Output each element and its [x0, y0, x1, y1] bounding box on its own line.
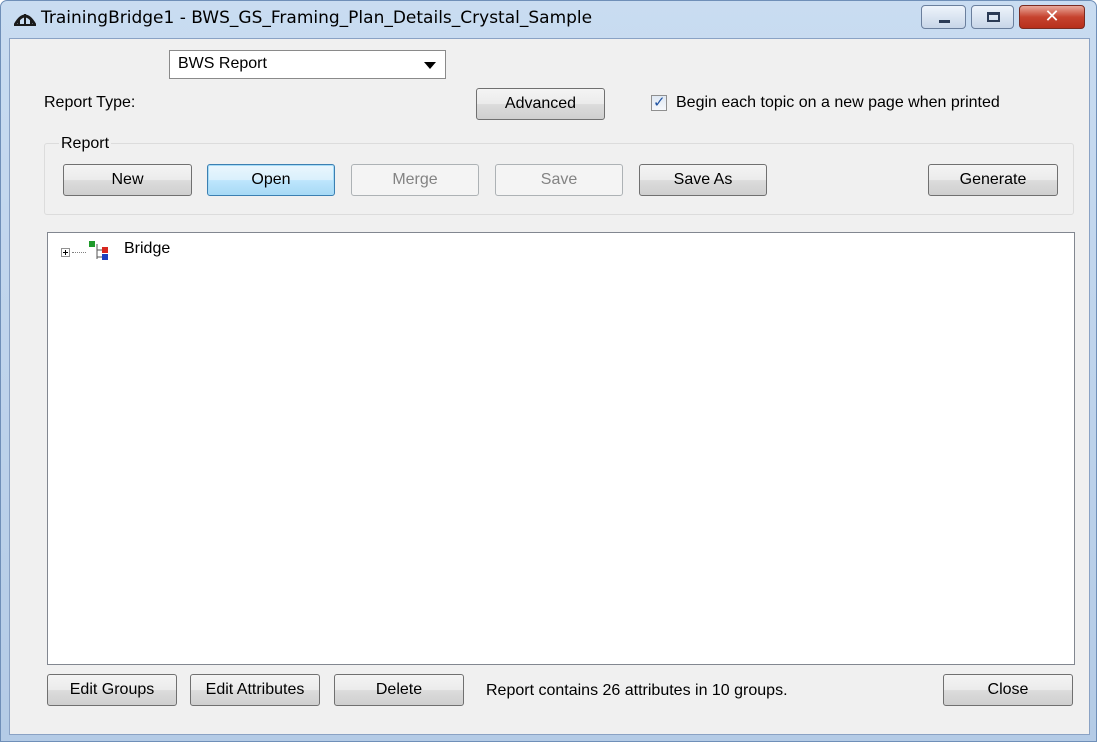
expand-plus-icon[interactable] [61, 248, 70, 257]
advanced-button[interactable]: Advanced [476, 88, 605, 120]
tree-connector [72, 252, 86, 253]
window-title: TrainingBridge1 - BWS_GS_Framing_Plan_De… [41, 8, 593, 28]
title-bar[interactable]: TrainingBridge1 - BWS_GS_Framing_Plan_De… [1, 1, 1096, 37]
minimize-button[interactable] [921, 5, 966, 29]
close-window-button[interactable]: ✕ [1019, 5, 1085, 29]
report-status-text: Report contains 26 attributes in 10 grou… [486, 682, 788, 699]
merge-button[interactable]: Merge [351, 164, 479, 196]
save-button[interactable]: Save [495, 164, 623, 196]
tree-item-label: Bridge [124, 240, 171, 257]
report-type-value: BWS Report [178, 55, 267, 72]
new-button[interactable]: New [63, 164, 192, 196]
edit-groups-button[interactable]: Edit Groups [47, 674, 177, 706]
report-window: TrainingBridge1 - BWS_GS_Framing_Plan_De… [0, 0, 1097, 742]
new-page-checkbox[interactable]: ✓ [651, 94, 667, 111]
close-icon: ✕ [1044, 6, 1060, 27]
maximize-icon [987, 12, 1000, 22]
report-group-legend: Report [59, 135, 112, 153]
generate-button[interactable]: Generate [928, 164, 1058, 196]
report-type-label: Report Type: [44, 94, 136, 111]
report-type-select[interactable]: BWS Report [169, 50, 446, 79]
minimize-icon [939, 20, 950, 23]
new-page-checkbox-label[interactable]: Begin each topic on a new page when prin… [676, 94, 1000, 112]
dropdown-arrow-icon [424, 62, 436, 69]
checkmark-icon: ✓ [653, 94, 666, 111]
close-button[interactable]: Close [943, 674, 1073, 706]
bridge-app-icon [14, 14, 36, 26]
edit-attributes-button[interactable]: Edit Attributes [190, 674, 320, 706]
open-button[interactable]: Open [207, 164, 335, 196]
save-as-button[interactable]: Save As [639, 164, 767, 196]
maximize-button[interactable] [971, 5, 1014, 29]
report-tree[interactable]: Bridge [47, 232, 1075, 665]
delete-button[interactable]: Delete [334, 674, 464, 706]
bridge-structure-icon [89, 241, 108, 260]
